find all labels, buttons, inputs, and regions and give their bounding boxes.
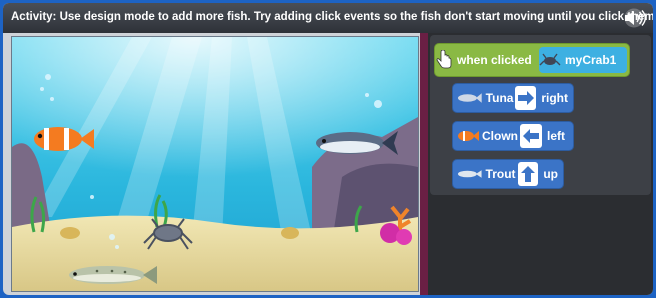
- direction-label: up: [543, 167, 558, 181]
- event-label: when clicked: [457, 53, 532, 67]
- clownfish-icon: [458, 131, 479, 141]
- direction-label: right: [541, 91, 568, 105]
- clown-command-block[interactable]: Clown left: [452, 121, 574, 151]
- tuna-command-block[interactable]: Tuna right: [452, 83, 574, 113]
- code-panel: when clicked myCrab1 Tuna right Clown le…: [430, 35, 651, 195]
- sprite-selector[interactable]: myCrab1: [539, 47, 627, 73]
- ocean-scene: [12, 37, 418, 291]
- sprite-name: myCrab1: [565, 53, 617, 67]
- activity-instructions: Activity: Use design mode to add more fi…: [11, 11, 653, 23]
- fish-label: Tuna: [485, 91, 514, 105]
- arrow-left-icon[interactable]: [520, 124, 542, 148]
- arrow-up-icon[interactable]: [517, 162, 539, 186]
- fish-label: Trout: [485, 167, 516, 181]
- trout-icon: [457, 170, 482, 178]
- app-frame: Activity: Use design mode to add more fi…: [3, 3, 653, 295]
- fish-label: Clown: [482, 129, 518, 143]
- trout-command-block[interactable]: Trout up: [452, 159, 564, 189]
- arrow-right-icon[interactable]: [515, 86, 537, 110]
- game-stage[interactable]: [11, 36, 419, 292]
- panel-divider: [420, 33, 428, 295]
- block-workspace[interactable]: when clicked myCrab1 Tuna right Clown le…: [428, 33, 653, 295]
- tuna-icon: [457, 93, 482, 103]
- speaker-icon[interactable]: [621, 8, 647, 28]
- when-clicked-event-block[interactable]: when clicked myCrab1: [434, 43, 630, 77]
- crab-icon: [539, 53, 561, 66]
- instruction-bar: Activity: Use design mode to add more fi…: [3, 3, 653, 33]
- hand-pointer-icon: [436, 50, 452, 69]
- direction-label: left: [547, 129, 565, 143]
